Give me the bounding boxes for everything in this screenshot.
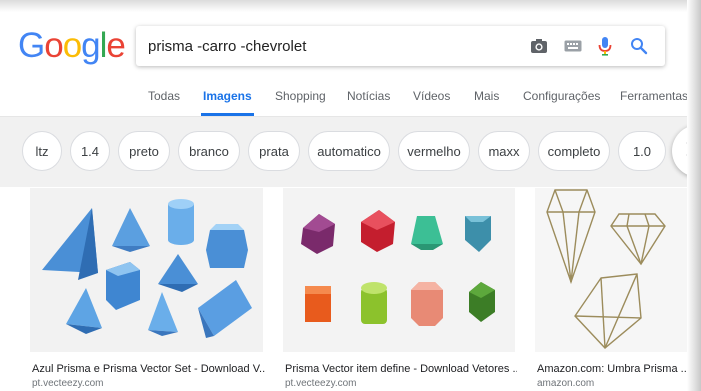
- tab-todas[interactable]: Todas: [148, 88, 180, 116]
- search-icon[interactable]: [627, 34, 651, 58]
- result-source: amazon.com: [537, 378, 595, 389]
- result-thumbnail[interactable]: [535, 188, 687, 352]
- related-search-chips: ltz 1.4 preto branco prata automatico ve…: [0, 117, 701, 187]
- result-title[interactable]: Azul Prisma e Prisma Vector Set - Downlo…: [32, 363, 265, 375]
- logo-letter: G: [18, 26, 45, 65]
- result-source: pt.vecteezy.com: [285, 378, 357, 389]
- chip-1-0[interactable]: 1.0: [618, 131, 666, 171]
- tab-imagens[interactable]: Imagens: [201, 88, 254, 116]
- chip-completo[interactable]: completo: [538, 131, 610, 171]
- tab-configuracoes[interactable]: Configurações: [523, 88, 600, 116]
- keyboard-icon[interactable]: [561, 34, 585, 58]
- colored-prisms-image: [283, 188, 515, 352]
- window-shadow-top: [0, 0, 701, 12]
- tab-ferramentas[interactable]: Ferramentas: [620, 88, 688, 116]
- chip-1-4[interactable]: 1.4: [70, 131, 110, 171]
- browser-viewport: Google Todas Imagens Shopping Notícias V…: [0, 0, 701, 391]
- logo-letter: e: [106, 26, 125, 65]
- result-title[interactable]: Prisma Vector item define - Download Vet…: [285, 363, 517, 375]
- result-thumbnail[interactable]: [283, 188, 515, 352]
- tab-noticias[interactable]: Notícias: [347, 88, 390, 116]
- search-box: [136, 26, 665, 66]
- chip-branco[interactable]: branco: [178, 131, 240, 171]
- wire-prisms-image: [535, 188, 687, 352]
- microphone-icon[interactable]: [593, 34, 617, 58]
- tab-shopping[interactable]: Shopping: [275, 88, 326, 116]
- result-thumbnail[interactable]: [30, 188, 263, 352]
- blue-prisms-image: [30, 188, 263, 352]
- chip-preto[interactable]: preto: [118, 131, 170, 171]
- chip-vermelho[interactable]: vermelho: [398, 131, 470, 171]
- logo-letter: g: [81, 26, 100, 65]
- chip-prata[interactable]: prata: [248, 131, 300, 171]
- camera-icon[interactable]: [527, 34, 551, 58]
- search-nav-tabs: Todas Imagens Shopping Notícias Vídeos M…: [0, 88, 701, 116]
- logo-letter: o: [62, 26, 82, 65]
- logo-letter: l: [99, 26, 108, 65]
- tab-videos[interactable]: Vídeos: [413, 88, 450, 116]
- result-title[interactable]: Amazon.com: Umbra Prisma ...: [537, 363, 687, 375]
- search-input[interactable]: [148, 26, 508, 66]
- chip-automatico[interactable]: automatico: [308, 131, 390, 171]
- tab-mais[interactable]: Mais: [474, 88, 499, 116]
- result-source: pt.vecteezy.com: [32, 378, 104, 389]
- chip-ltz[interactable]: ltz: [22, 131, 62, 171]
- chip-maxx[interactable]: maxx: [478, 131, 530, 171]
- logo-letter: o: [44, 26, 63, 65]
- google-logo[interactable]: Google: [18, 26, 126, 66]
- window-shadow-right: [687, 0, 701, 391]
